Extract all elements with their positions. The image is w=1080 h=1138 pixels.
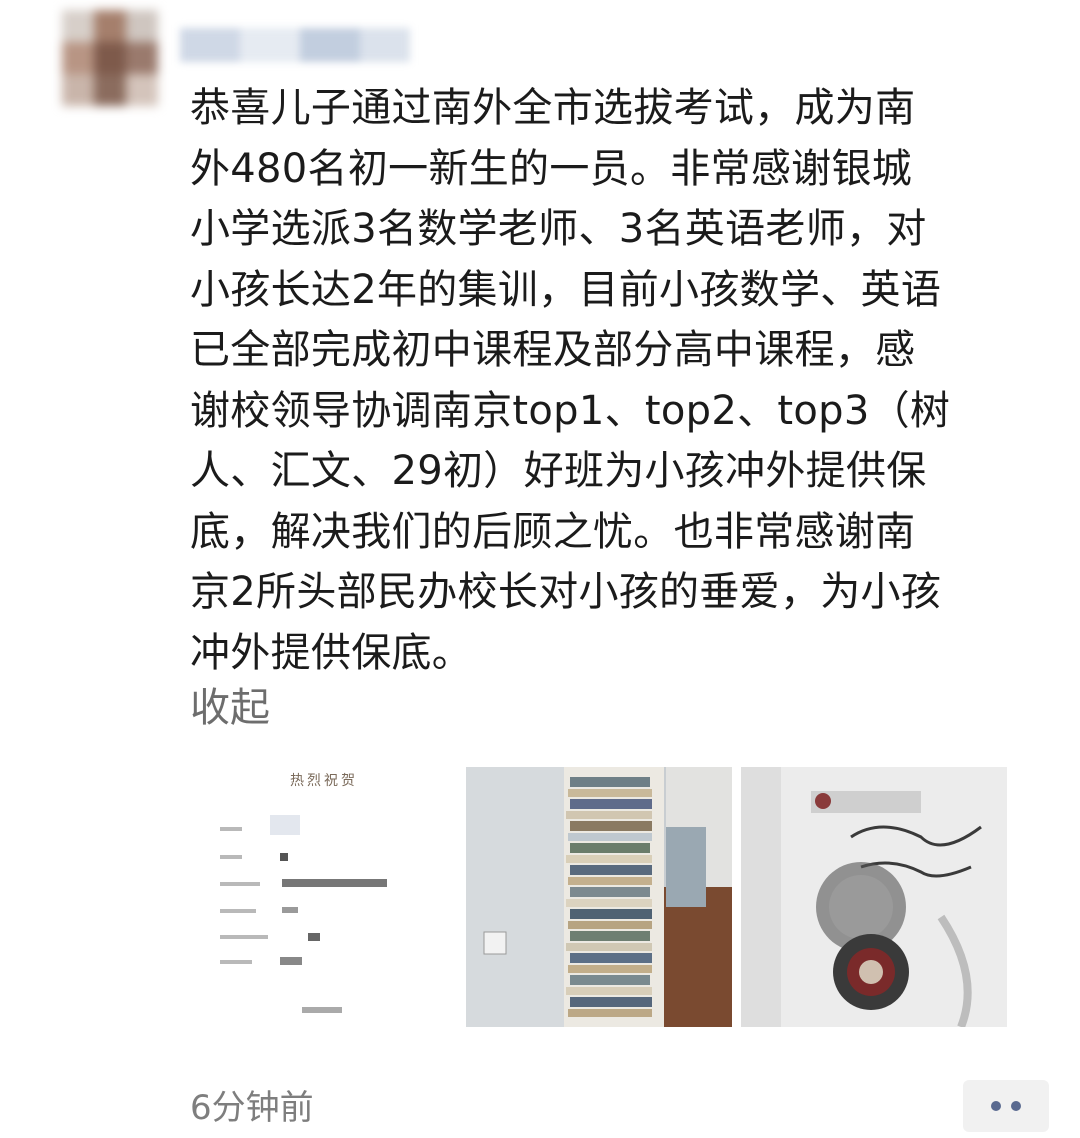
post-text-line: 小学选派3名数学老师、3名英语老师，对 [190,206,927,252]
avatar[interactable] [62,10,158,106]
post-text-line: 已全部完成初中课程及部分高中课程，感 [190,327,916,373]
post-text-line: 外480名初一新生的一员。非常感谢银城 [190,145,913,192]
more-dots-icon [991,1101,1001,1111]
post-text-line: 谢校领导协调南京top1、top2、top3（树 [190,387,951,434]
photo-school-memento[interactable] [741,767,1007,1027]
collapse-link[interactable]: 收起 [190,680,270,736]
more-dots-icon [1011,1101,1021,1111]
nickname-blurred[interactable] [180,28,410,62]
post-text-line: 恭喜儿子通过南外全市选拔考试，成为南 [190,85,916,131]
more-actions-button[interactable] [963,1080,1049,1132]
post-text-line: 小孩长达2年的集训，目前小孩数学、英语 [190,266,942,313]
post-text-line: 京2所头部民办校长对小孩的垂爱，为小孩 [190,569,942,615]
moments-post: 恭喜儿子通过南外全市选拔考试，成为南 外480名初一新生的一员。非常感谢银城 小… [0,0,1080,1138]
post-text-line: 底，解决我们的后顾之忧。也非常感谢南 [190,508,916,555]
letter-heading: 热烈祝贺 [290,773,358,789]
post-text: 恭喜儿子通过南外全市选拔考试，成为南 外480名初一新生的一员。非常感谢银城 小… [190,78,1060,683]
photo-congratulation-letter[interactable]: 热烈祝贺 [190,767,456,1027]
post-timestamp: 6分钟前 [190,1088,314,1128]
post-text-line: 冲外提供保底。 [190,629,473,676]
photo-book-stack[interactable] [466,767,732,1027]
post-text-line: 人、汇文、29初）好班为小孩冲外提供保 [190,448,927,494]
